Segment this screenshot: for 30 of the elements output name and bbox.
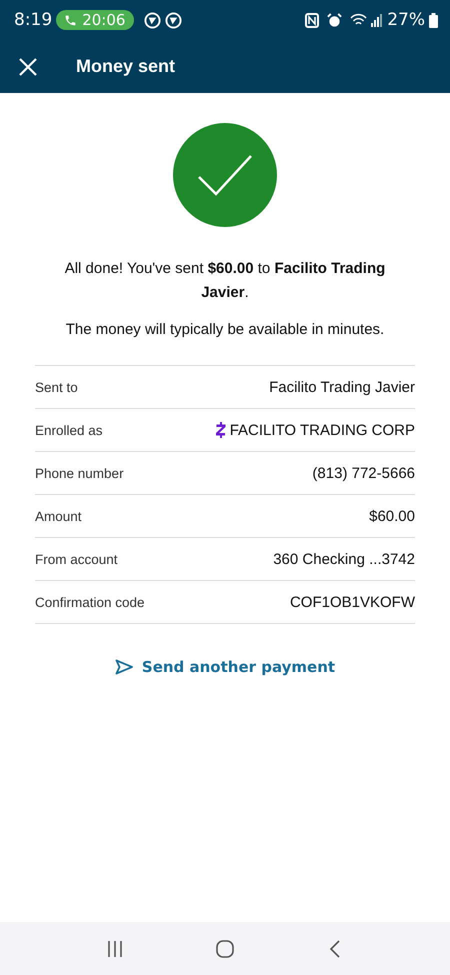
alarm-icon bbox=[327, 12, 342, 28]
detail-value: 360 Checking ...3742 bbox=[273, 550, 415, 568]
nfc-icon bbox=[305, 12, 320, 28]
close-icon[interactable] bbox=[18, 56, 38, 76]
detail-label: Enrolled as bbox=[35, 422, 103, 438]
send-another-payment-link[interactable]: Send another payment bbox=[114, 658, 336, 676]
battery-percent: 27% bbox=[387, 10, 425, 30]
detail-label: Phone number bbox=[35, 466, 124, 480]
phone-icon bbox=[64, 14, 78, 26]
detail-value: $60.00 bbox=[369, 508, 415, 524]
zelle-icon bbox=[214, 422, 226, 438]
detail-value: COF1OB1VKOFW bbox=[290, 594, 415, 610]
call-timer[interactable]: 20:06 bbox=[56, 10, 134, 30]
notification-icon bbox=[165, 12, 182, 28]
availability-note: The money will typically be available in minutes. bbox=[66, 321, 384, 338]
screen-title: Money sent bbox=[76, 56, 176, 77]
status-time: 8:19 bbox=[14, 10, 52, 30]
send-icon bbox=[114, 659, 134, 675]
signal-icon bbox=[371, 13, 384, 27]
confirmation-message: All done! You've sent $60.00 to Facilito Trading Javier. bbox=[64, 259, 386, 303]
detail-label: Confirmation code bbox=[35, 594, 145, 610]
notification-icon bbox=[144, 12, 162, 28]
detail-value: Facilito Trading Javier bbox=[269, 378, 415, 396]
detail-label: Sent to bbox=[35, 380, 78, 394]
detail-value: (813) 772-5666 bbox=[312, 464, 415, 482]
detail-label: Amount bbox=[35, 508, 82, 524]
wifi-icon bbox=[350, 13, 368, 27]
battery-icon bbox=[429, 12, 438, 28]
detail-label: From account bbox=[35, 552, 118, 566]
detail-value: FACILITO TRADING CORP bbox=[230, 422, 415, 438]
